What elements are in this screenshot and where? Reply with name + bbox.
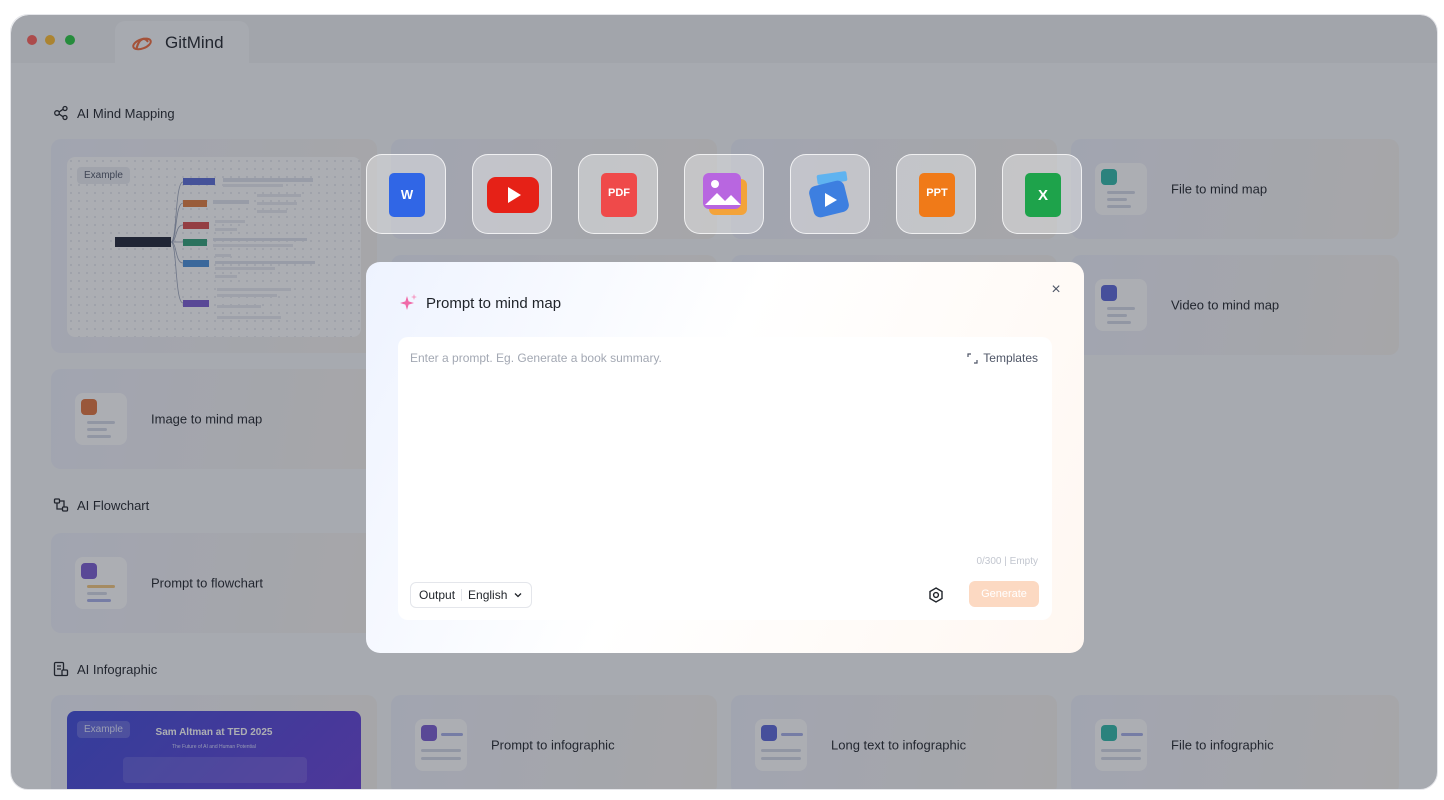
pdf-icon: PDF — [601, 173, 637, 217]
templates-label: Templates — [983, 351, 1038, 365]
settings-icon[interactable] — [926, 585, 946, 605]
output-language-select[interactable]: Output English — [410, 582, 533, 608]
ppt-import-tile: PPT — [896, 154, 976, 234]
youtube-icon — [487, 177, 539, 213]
app-window: GitMind AI Mind Mapping Example File to … — [10, 14, 1438, 790]
youtube-import-tile — [472, 154, 552, 234]
excel-import-tile: X — [1002, 154, 1082, 234]
word-import-tile: W — [366, 154, 446, 234]
ppt-icon: PPT — [919, 173, 955, 217]
word-icon: W — [389, 173, 425, 217]
generate-button[interactable]: Generate — [969, 581, 1039, 607]
output-label: Output — [419, 588, 456, 602]
prompt-panel: Templates 0/300 | Empty Output English G… — [398, 337, 1052, 620]
image-import-tile — [684, 154, 764, 234]
prompt-input[interactable] — [410, 351, 930, 551]
gallery-icon — [703, 173, 747, 215]
excel-icon: X — [1025, 173, 1061, 217]
video-import-tile — [790, 154, 870, 234]
video-clapper-icon — [809, 171, 849, 218]
prompt-to-mind-map-dialog: Prompt to mind map × Templates 0/300 | E… — [366, 262, 1084, 653]
templates-button[interactable]: Templates — [967, 351, 1038, 365]
output-value: English — [468, 588, 508, 602]
close-dialog-button[interactable]: × — [1046, 280, 1066, 300]
character-counter: 0/300 | Empty — [976, 556, 1038, 567]
sparkle-icon — [400, 294, 417, 310]
pdf-import-tile: PDF — [578, 154, 658, 234]
expand-corners-icon — [967, 352, 978, 364]
dialog-title: Prompt to mind map — [426, 295, 562, 312]
chevron-down-icon — [514, 593, 522, 598]
